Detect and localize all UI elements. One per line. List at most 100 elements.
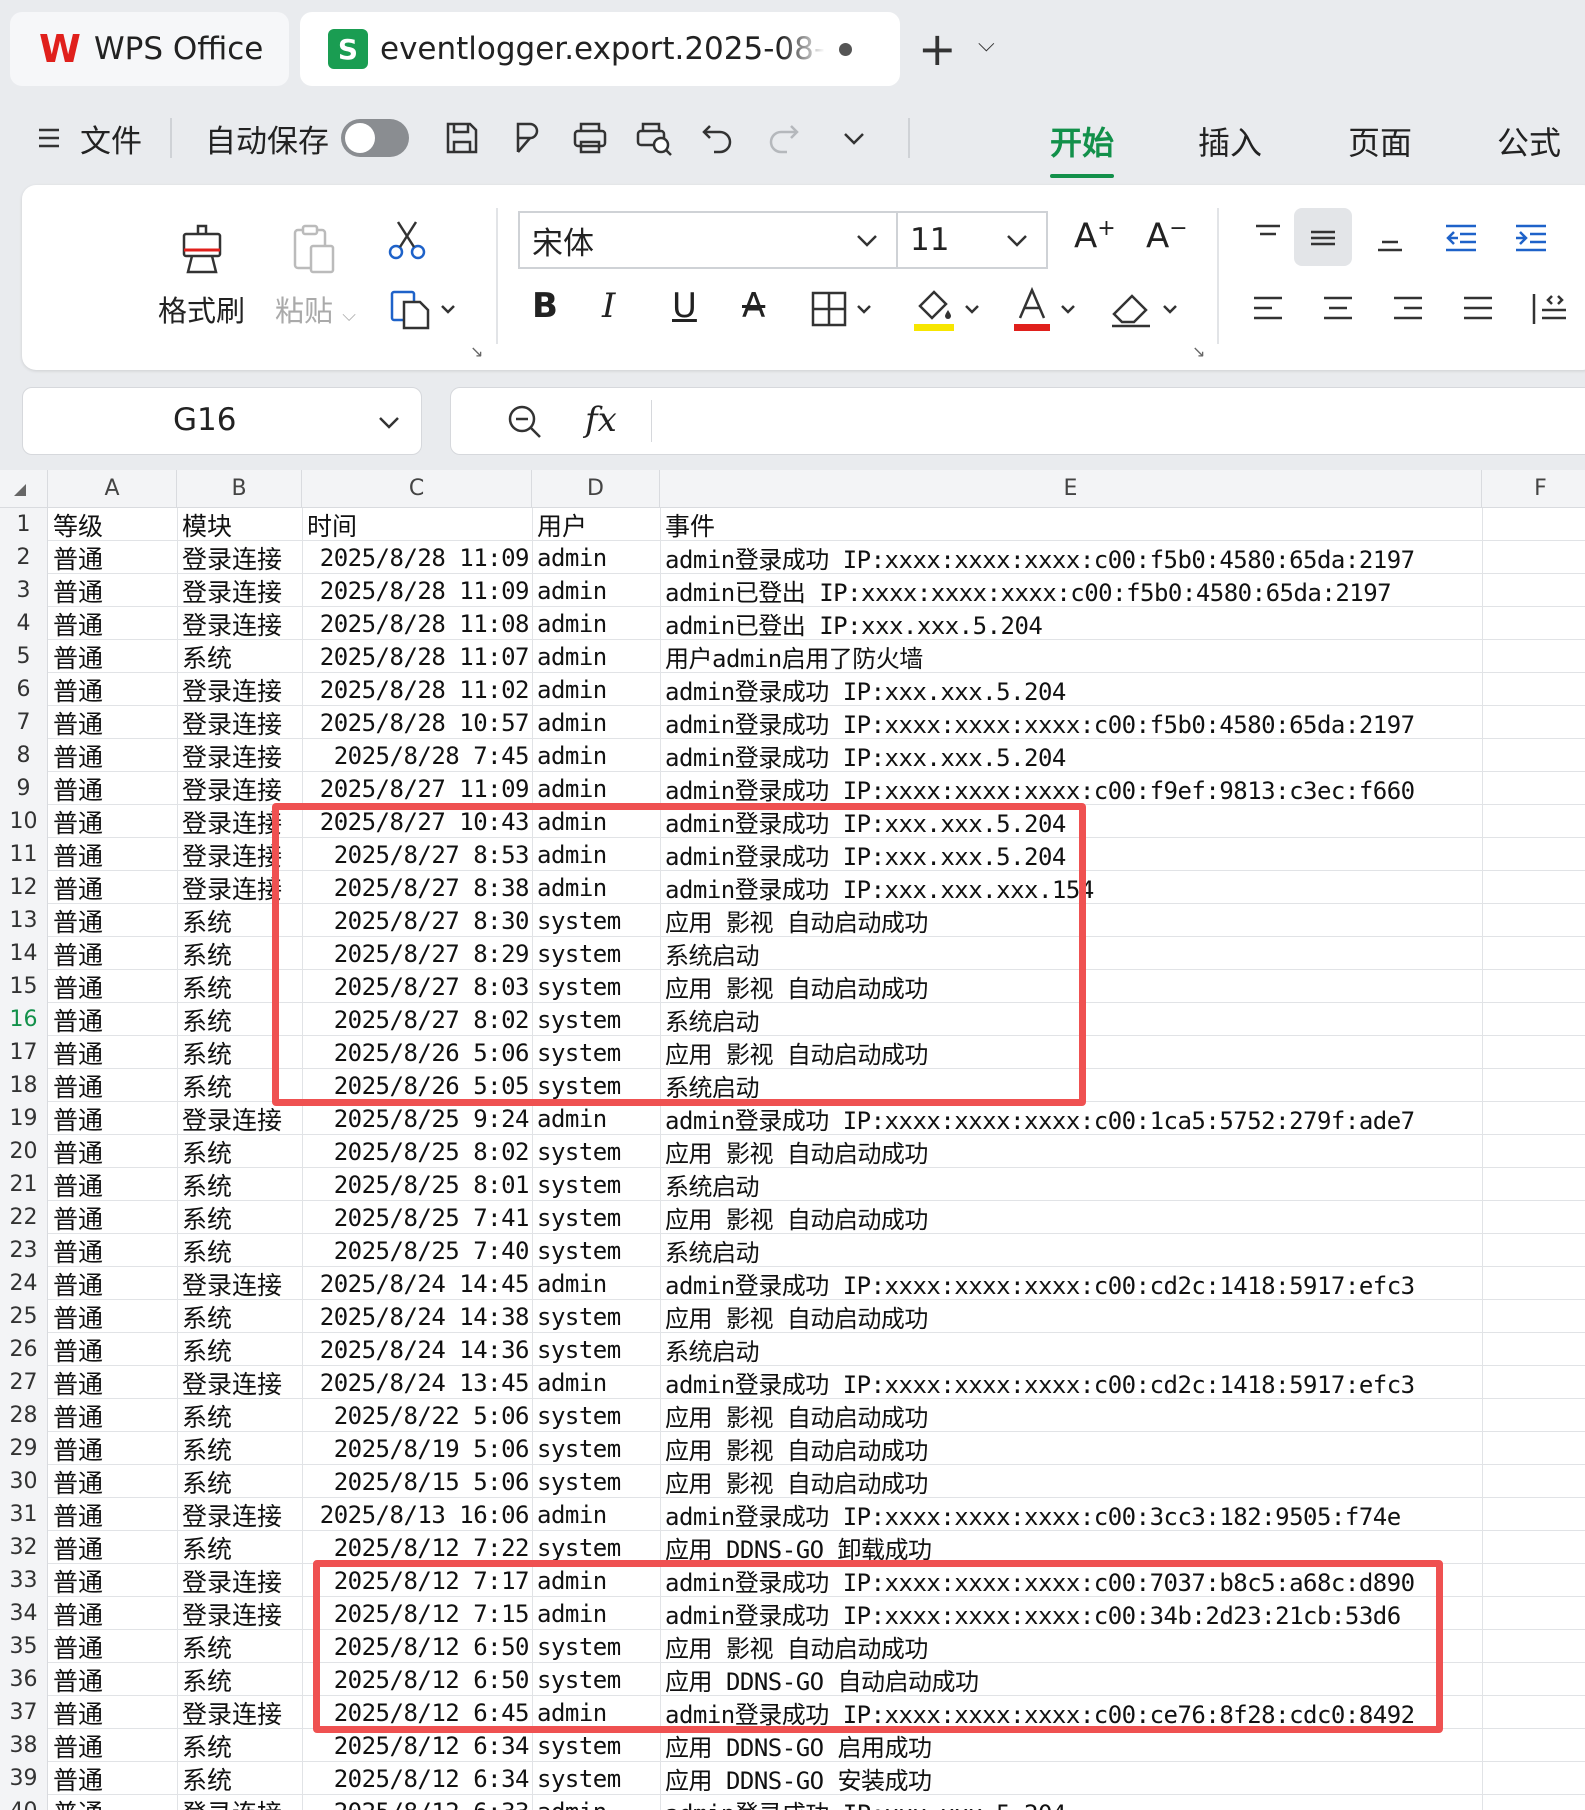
cell-b8[interactable]: 登录连接 bbox=[182, 739, 282, 772]
cell-b19[interactable]: 登录连接 bbox=[182, 1102, 282, 1135]
cell-d33[interactable]: admin bbox=[537, 1564, 607, 1597]
cell-d3[interactable]: admin bbox=[537, 574, 607, 607]
cell-a38[interactable]: 普通 bbox=[53, 1729, 103, 1762]
row-header-11[interactable]: 11 bbox=[0, 838, 48, 871]
cell-d1[interactable]: 用户 bbox=[537, 508, 587, 541]
cell-a20[interactable]: 普通 bbox=[53, 1135, 103, 1168]
cell-a6[interactable]: 普通 bbox=[53, 673, 103, 706]
cell-d36[interactable]: system bbox=[537, 1663, 621, 1696]
cell-e6[interactable]: admin登录成功 IP:xxx.xxx.5.204 bbox=[665, 673, 1066, 706]
row-header-13[interactable]: 13 bbox=[0, 904, 48, 937]
row-header-28[interactable]: 28 bbox=[0, 1399, 48, 1432]
save-button[interactable] bbox=[442, 92, 482, 184]
row-header-4[interactable]: 4 bbox=[0, 607, 48, 640]
cell-e9[interactable]: admin登录成功 IP:xxxx:xxxx:xxxx:c00:f9ef:981… bbox=[665, 772, 1415, 805]
row-header-27[interactable]: 27 bbox=[0, 1366, 48, 1399]
cell-b2[interactable]: 登录连接 bbox=[182, 541, 282, 574]
cell-e3[interactable]: admin已登出 IP:xxxx:xxxx:xxxx:c00:f5b0:4580… bbox=[665, 574, 1392, 607]
row-header-26[interactable]: 26 bbox=[0, 1333, 48, 1366]
row-header-40[interactable]: 40 bbox=[0, 1795, 48, 1810]
cell-e23[interactable]: 系统启动 bbox=[665, 1234, 760, 1267]
cell-e1[interactable]: 事件 bbox=[665, 508, 715, 541]
cell-e10[interactable]: admin登录成功 IP:xxx.xxx.5.204 bbox=[665, 805, 1066, 838]
row-header-31[interactable]: 31 bbox=[0, 1498, 48, 1531]
cell-c27[interactable]: 2025/8/24 13:45 bbox=[307, 1366, 530, 1399]
cell-e2[interactable]: admin登录成功 IP:xxxx:xxxx:xxxx:c00:f5b0:458… bbox=[665, 541, 1415, 574]
row-header-18[interactable]: 18 bbox=[0, 1069, 48, 1102]
cell-b20[interactable]: 系统 bbox=[182, 1135, 232, 1168]
row-header-39[interactable]: 39 bbox=[0, 1762, 48, 1795]
row-header-24[interactable]: 24 bbox=[0, 1267, 48, 1300]
row-header-36[interactable]: 36 bbox=[0, 1663, 48, 1696]
cell-a11[interactable]: 普通 bbox=[53, 838, 103, 871]
cell-c16[interactable]: 2025/8/27 8:02 bbox=[307, 1003, 530, 1036]
cell-d14[interactable]: system bbox=[537, 937, 621, 970]
paste-button[interactable]: 粘贴 ⌵ bbox=[275, 220, 356, 330]
cell-a16[interactable]: 普通 bbox=[53, 1003, 103, 1036]
cell-e11[interactable]: admin登录成功 IP:xxx.xxx.5.204 bbox=[665, 838, 1066, 871]
row-header-37[interactable]: 37 bbox=[0, 1696, 48, 1729]
row-header-12[interactable]: 12 bbox=[0, 871, 48, 904]
cell-d30[interactable]: system bbox=[537, 1465, 621, 1498]
unsaved-dot-icon[interactable] bbox=[839, 42, 852, 56]
row-header-22[interactable]: 22 bbox=[0, 1201, 48, 1234]
cell-a33[interactable]: 普通 bbox=[53, 1564, 103, 1597]
cell-b6[interactable]: 登录连接 bbox=[182, 673, 282, 706]
cell-b28[interactable]: 系统 bbox=[182, 1399, 232, 1432]
cell-d29[interactable]: system bbox=[537, 1432, 621, 1465]
cell-e40[interactable]: admin登录成功 IP:xxx.xxx.5.204 bbox=[665, 1795, 1066, 1810]
cell-b24[interactable]: 登录连接 bbox=[182, 1267, 282, 1300]
cell-a36[interactable]: 普通 bbox=[53, 1663, 103, 1696]
cell-d16[interactable]: system bbox=[537, 1003, 621, 1036]
cell-e28[interactable]: 应用 影视 自动启动成功 bbox=[665, 1399, 928, 1432]
redo-button[interactable] bbox=[765, 92, 801, 184]
cell-d25[interactable]: system bbox=[537, 1300, 621, 1333]
cell-a12[interactable]: 普通 bbox=[53, 871, 103, 904]
cell-d19[interactable]: admin bbox=[537, 1102, 607, 1135]
cell-e32[interactable]: 应用 DDNS-GO 卸载成功 bbox=[665, 1531, 932, 1564]
cell-a14[interactable]: 普通 bbox=[53, 937, 103, 970]
cell-c6[interactable]: 2025/8/28 11:02 bbox=[307, 673, 530, 706]
cell-e36[interactable]: 应用 DDNS-GO 自动启动成功 bbox=[665, 1663, 979, 1696]
fill-color-button[interactable] bbox=[912, 286, 982, 332]
file-menu-button[interactable]: 文件 bbox=[36, 92, 142, 184]
cell-d32[interactable]: system bbox=[537, 1531, 621, 1564]
italic-button[interactable]: I bbox=[602, 286, 615, 326]
align-bottom-button[interactable] bbox=[1372, 220, 1408, 256]
cell-a37[interactable]: 普通 bbox=[53, 1696, 103, 1729]
cell-e31[interactable]: admin登录成功 IP:xxxx:xxxx:xxxx:c00:3cc3:182… bbox=[665, 1498, 1401, 1531]
autosave-control[interactable]: 自动保存 bbox=[205, 92, 409, 184]
cell-c26[interactable]: 2025/8/24 14:36 bbox=[307, 1333, 530, 1366]
cell-a17[interactable]: 普通 bbox=[53, 1036, 103, 1069]
clipboard-launcher-icon[interactable]: ↘ bbox=[470, 342, 483, 361]
cell-c21[interactable]: 2025/8/25 8:01 bbox=[307, 1168, 530, 1201]
tab-wps-home[interactable]: W WPS Office bbox=[10, 12, 289, 86]
cell-d13[interactable]: system bbox=[537, 904, 621, 937]
cell-c7[interactable]: 2025/8/28 10:57 bbox=[307, 706, 530, 739]
cell-a32[interactable]: 普通 bbox=[53, 1531, 103, 1564]
cell-d4[interactable]: admin bbox=[537, 607, 607, 640]
cell-e7[interactable]: admin登录成功 IP:xxxx:xxxx:xxxx:c00:f5b0:458… bbox=[665, 706, 1415, 739]
cell-c1[interactable]: 时间 bbox=[307, 508, 357, 541]
justify-button[interactable] bbox=[1460, 290, 1496, 326]
cell-c5[interactable]: 2025/8/28 11:07 bbox=[307, 640, 530, 673]
cell-c12[interactable]: 2025/8/27 8:38 bbox=[307, 871, 530, 904]
cell-a2[interactable]: 普通 bbox=[53, 541, 103, 574]
cell-e4[interactable]: admin已登出 IP:xxx.xxx.5.204 bbox=[665, 607, 1043, 640]
cell-b29[interactable]: 系统 bbox=[182, 1432, 232, 1465]
cell-c25[interactable]: 2025/8/24 14:38 bbox=[307, 1300, 530, 1333]
cell-b12[interactable]: 登录连接 bbox=[182, 871, 282, 904]
row-header-38[interactable]: 38 bbox=[0, 1729, 48, 1762]
tab-document[interactable]: S eventlogger.export.2025-08-28.xlsx bbox=[300, 12, 900, 86]
cell-a19[interactable]: 普通 bbox=[53, 1102, 103, 1135]
cell-b13[interactable]: 系统 bbox=[182, 904, 232, 937]
cell-c2[interactable]: 2025/8/28 11:09 bbox=[307, 541, 530, 574]
cell-c30[interactable]: 2025/8/15 5:06 bbox=[307, 1465, 530, 1498]
increase-font-button[interactable]: A+ bbox=[1074, 216, 1116, 256]
increase-indent-button[interactable] bbox=[1512, 220, 1550, 256]
cell-d27[interactable]: admin bbox=[537, 1366, 607, 1399]
font-color-button[interactable] bbox=[1012, 286, 1078, 332]
cell-e26[interactable]: 系统启动 bbox=[665, 1333, 760, 1366]
align-top-button[interactable] bbox=[1250, 220, 1286, 256]
cell-e20[interactable]: 应用 影视 自动启动成功 bbox=[665, 1135, 928, 1168]
